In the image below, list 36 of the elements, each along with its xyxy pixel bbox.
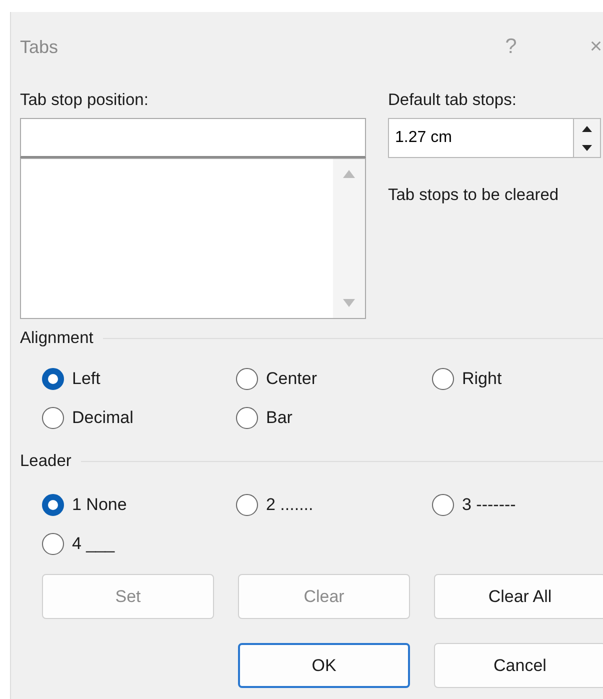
radio-option[interactable]: Decimal [42, 405, 236, 430]
radio-option[interactable]: 2 ....... [236, 492, 432, 517]
input-field[interactable] [20, 118, 366, 158]
down-triangle-icon [582, 144, 592, 150]
window-title: Tabs [20, 36, 60, 58]
section-heading: Leader [20, 452, 72, 471]
radio-icon [42, 368, 64, 390]
up-triangle-icon [582, 126, 592, 132]
radio-icon [42, 494, 64, 516]
scroll-down-icon[interactable] [343, 298, 355, 308]
spin-up-button[interactable] [574, 119, 600, 138]
radio-option[interactable]: Bar [236, 405, 432, 430]
radio-option[interactable]: Left [42, 366, 236, 391]
spin-field[interactable]: 1.27 cm [388, 118, 573, 158]
section-heading: Alignment [20, 329, 94, 348]
scroll-bar[interactable] [333, 159, 365, 318]
field-label: Tab stops to be cleared [388, 186, 560, 205]
radio-icon [432, 494, 454, 516]
radio-option[interactable]: Center [236, 366, 432, 391]
radio-icon [236, 368, 258, 390]
radio-icon [236, 494, 258, 516]
radio-option[interactable]: 4 ___ [42, 531, 236, 556]
radio-icon [42, 406, 64, 428]
radio-icon [432, 368, 454, 390]
field-label: Default tab stops: [388, 90, 518, 110]
radio-icon [42, 532, 64, 554]
spin-down-button[interactable] [574, 138, 600, 157]
dialog-button[interactable]: Clear All [434, 574, 603, 619]
cancel-button[interactable]: Cancel [434, 643, 603, 688]
radio-option[interactable]: 1 None [42, 492, 236, 517]
radio-option[interactable]: Right [432, 366, 603, 391]
radio-icon [236, 406, 258, 428]
ok-button[interactable]: OK [238, 643, 410, 688]
radio-option[interactable]: 3 ------- [432, 492, 603, 517]
scroll-up-icon[interactable] [343, 169, 355, 179]
field-label: Tab stop position: [20, 90, 150, 110]
